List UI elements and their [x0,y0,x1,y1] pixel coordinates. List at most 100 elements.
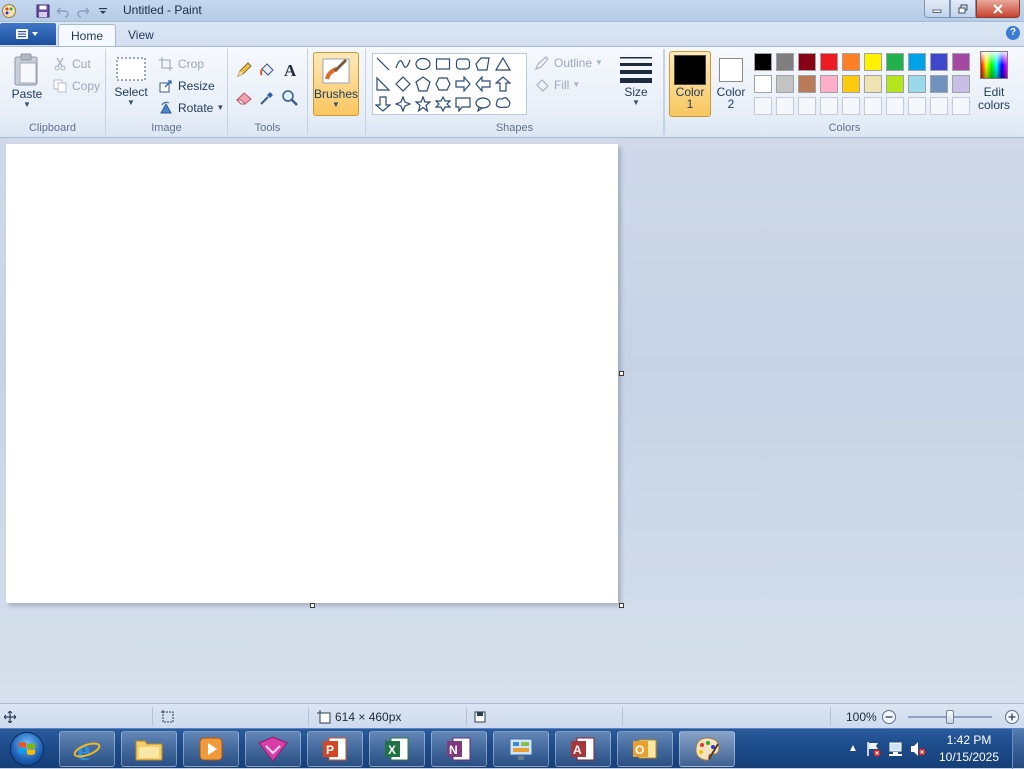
text-tool-icon[interactable]: A [279,59,301,81]
taskbar-powerpoint[interactable]: P [307,731,363,767]
customize-qat-dropdown-icon[interactable] [94,2,112,20]
taskbar-internet-explorer[interactable]: e [59,731,115,767]
palette-color-swatch[interactable] [864,75,882,93]
color2-button[interactable]: Color 2 [712,51,750,117]
palette-custom-color-slot[interactable] [886,97,904,115]
volume-muted-icon[interactable] [910,741,926,760]
size-button[interactable]: Size ▼ [616,53,656,107]
palette-custom-color-slot[interactable] [842,97,860,115]
palette-color-swatch[interactable] [864,53,882,71]
palette-color-swatch[interactable] [798,53,816,71]
copy-button[interactable]: Copy [52,76,100,96]
four-point-star-icon[interactable] [393,94,413,114]
palette-color-swatch[interactable] [886,53,904,71]
triangle-shape-icon[interactable] [493,54,513,74]
magnifier-icon[interactable] [279,87,301,109]
line-shape-icon[interactable] [373,54,393,74]
palette-color-swatch[interactable] [952,53,970,71]
select-button[interactable]: Select ▼ [112,55,150,107]
save-icon[interactable] [34,2,52,20]
palette-color-swatch[interactable] [754,75,772,93]
taskbar-paint[interactable] [679,731,735,767]
palette-color-swatch[interactable] [952,75,970,93]
palette-custom-color-slot[interactable] [908,97,926,115]
rounded-rectangle-shape-icon[interactable] [453,54,473,74]
palette-custom-color-slot[interactable] [776,97,794,115]
brushes-button[interactable]: Brushes ▼ [313,52,359,116]
redo-icon[interactable] [74,2,92,20]
tab-home[interactable]: Home [58,24,117,46]
crop-button[interactable]: Crop [158,54,204,74]
close-button[interactable] [976,0,1020,18]
color1-button[interactable]: Color 1 [669,51,711,117]
palette-color-swatch[interactable] [930,75,948,93]
taskbar-onenote[interactable]: N [431,731,487,767]
taskbar-access[interactable]: A [555,731,611,767]
palette-color-swatch[interactable] [886,75,904,93]
palette-custom-color-slot[interactable] [952,97,970,115]
palette-custom-color-slot[interactable] [820,97,838,115]
cloud-callout-shape-icon[interactable] [493,94,513,114]
taskbar-outlook[interactable]: O [617,731,673,767]
rectangle-shape-icon[interactable] [433,54,453,74]
palette-color-swatch[interactable] [842,75,860,93]
show-desktop-button[interactable] [1012,729,1024,769]
palette-custom-color-slot[interactable] [864,97,882,115]
taskbar-file-explorer[interactable] [121,731,177,767]
palette-custom-color-slot[interactable] [754,97,772,115]
six-point-star-icon[interactable] [433,94,453,114]
resize-button[interactable]: Resize [158,76,215,96]
show-hidden-icons-icon[interactable]: ▲ [848,743,858,754]
paint-app-icon[interactable] [0,2,18,20]
oval-callout-shape-icon[interactable] [473,94,493,114]
down-arrow-shape-icon[interactable] [373,94,393,114]
palette-color-swatch[interactable] [820,53,838,71]
taskbar-excel[interactable]: X [369,731,425,767]
palette-color-swatch[interactable] [908,75,926,93]
left-arrow-shape-icon[interactable] [473,74,493,94]
paint-menu-button[interactable] [0,23,56,45]
hexagon-shape-icon[interactable] [433,74,453,94]
zoom-out-button[interactable] [881,704,897,729]
paste-button[interactable]: Paste ▼ [8,53,46,109]
start-button[interactable] [4,730,50,768]
resize-handle-corner[interactable] [619,603,624,608]
palette-color-swatch[interactable] [842,53,860,71]
zoom-slider-thumb[interactable] [946,710,954,724]
help-icon[interactable]: ? [1006,26,1020,40]
palette-color-swatch[interactable] [908,53,926,71]
resize-handle-right[interactable] [619,371,624,376]
drawing-canvas[interactable] [6,144,618,603]
cut-button[interactable]: Cut [52,54,91,74]
undo-icon[interactable] [54,2,72,20]
resize-handle-bottom[interactable] [310,603,315,608]
outline-button[interactable]: Outline ▼ [534,53,603,73]
palette-color-swatch[interactable] [820,75,838,93]
palette-color-swatch[interactable] [776,75,794,93]
network-icon[interactable] [888,741,904,760]
palette-color-swatch[interactable] [930,53,948,71]
zoom-in-button[interactable] [1004,704,1020,729]
palette-color-swatch[interactable] [776,53,794,71]
curve-shape-icon[interactable] [393,54,413,74]
palette-custom-color-slot[interactable] [930,97,948,115]
up-arrow-shape-icon[interactable] [493,74,513,94]
palette-color-swatch[interactable] [754,53,772,71]
right-triangle-shape-icon[interactable] [373,74,393,94]
restore-button[interactable] [950,0,976,18]
taskbar-app-pink[interactable] [245,731,301,767]
eraser-icon[interactable] [233,87,255,109]
clock[interactable]: 1:42 PM 10/15/2025 [934,732,1004,766]
fill-bucket-icon[interactable] [256,59,278,81]
diamond-shape-icon[interactable] [393,74,413,94]
rotate-button[interactable]: Rotate ▼ [158,98,224,118]
rect-callout-shape-icon[interactable] [453,94,473,114]
edit-colors-button[interactable]: Edit colors [975,51,1013,111]
taskbar-media-player[interactable] [183,731,239,767]
action-center-icon[interactable] [866,741,882,760]
five-point-star-icon[interactable] [413,94,433,114]
canvas-workspace[interactable] [0,138,1024,703]
pentagon-shape-icon[interactable] [413,74,433,94]
fill-button[interactable]: Fill ▼ [534,75,580,95]
polygon-shape-icon[interactable] [473,54,493,74]
